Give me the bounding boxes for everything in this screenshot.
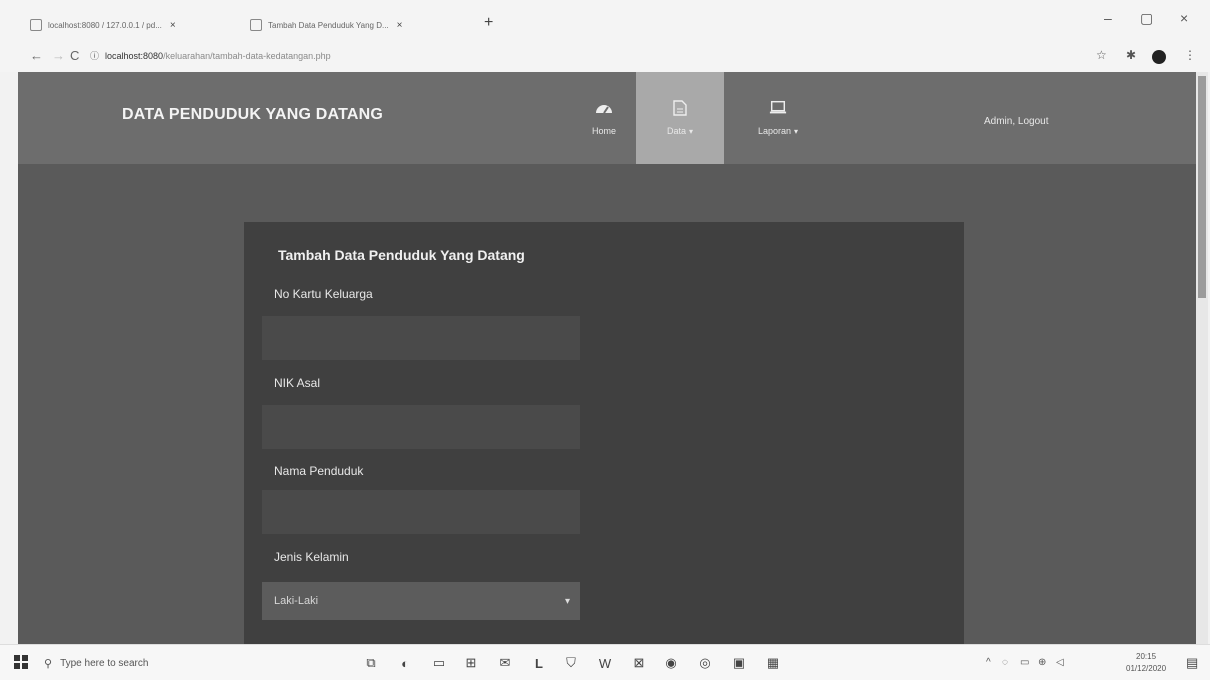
- close-window-button[interactable]: ×: [1180, 10, 1188, 26]
- photos-icon[interactable]: ▣: [730, 654, 748, 672]
- file-icon: [671, 100, 689, 116]
- media-player-icon[interactable]: ◎: [696, 654, 714, 672]
- chrome-icon[interactable]: ◉: [662, 654, 680, 672]
- app-navbar: DATA PENDUDUK YANG DATANG Home Data ▾ Lap…: [18, 72, 1198, 164]
- browser-menu-icon[interactable]: ⋮: [1184, 48, 1196, 62]
- label-nik-asal: NIK Asal: [274, 376, 321, 390]
- windows-taskbar: ⚲ Type here to search ⧉ ◐ ▭ ⊞ ✉ L ⛉ W ⊠ …: [0, 644, 1210, 680]
- nav-label: Laporan: [757, 126, 791, 136]
- taskbar-search-box[interactable]: ⚲ Type here to search: [44, 651, 344, 675]
- edge-icon[interactable]: ◐: [396, 654, 414, 672]
- search-icon: ⚲: [44, 657, 53, 670]
- admin-logout-link[interactable]: Admin, Logout: [984, 116, 1049, 127]
- nav-label: Home: [591, 126, 616, 136]
- tab-title: localhost:8080 / 127.0.0.1 / pd...: [48, 20, 162, 30]
- tab-close-icon[interactable]: ×: [170, 20, 176, 31]
- letter-app-icon[interactable]: L: [530, 654, 548, 672]
- scrollbar-thumb[interactable]: [1198, 76, 1206, 298]
- label-jenis-kelamin: Jenis Kelamin: [274, 550, 349, 564]
- tray-volume-icon[interactable]: ◁: [1056, 657, 1064, 668]
- back-button[interactable]: ←: [30, 48, 43, 63]
- address-bar-row: ← → C ⓘ localhost:8080 /keluarahan/tamba…: [0, 42, 1210, 72]
- dashboard-icon: [595, 100, 613, 116]
- search-placeholder: Type here to search: [60, 657, 149, 669]
- tray-network-icon[interactable]: ⊕: [1038, 657, 1046, 668]
- tray-chevron-up-icon[interactable]: ^: [986, 657, 991, 668]
- store-icon[interactable]: ⊞: [462, 654, 480, 672]
- task-view-icon[interactable]: ⧉: [362, 654, 380, 672]
- profile-avatar[interactable]: [1152, 50, 1166, 64]
- url-path: /keluarahan/tambah-data-kedatangan.php: [163, 50, 331, 61]
- tray-battery-icon[interactable]: ▭: [1020, 657, 1029, 668]
- mail-icon[interactable]: ✉: [496, 654, 514, 672]
- chevron-down-icon: ▾: [564, 595, 570, 607]
- jenis-kelamin-select[interactable]: Laki-Laki ▾: [262, 582, 580, 620]
- browser-tab-phpmyadmin[interactable]: localhost:8080 / 127.0.0.1 / pd... ×: [30, 14, 240, 36]
- shield-app-icon[interactable]: ⛉: [562, 654, 580, 672]
- nik-asal-input[interactable]: [262, 405, 580, 449]
- reload-button[interactable]: C: [70, 48, 79, 63]
- url-host: localhost:8080: [105, 50, 164, 61]
- select-value: Laki-Laki: [274, 595, 319, 607]
- nav-item-data[interactable]: Data ▾: [636, 72, 724, 164]
- tray-sync-icon[interactable]: ◌: [1002, 657, 1008, 668]
- file-explorer-icon[interactable]: ▭: [430, 654, 448, 672]
- excel-icon[interactable]: ⊠: [630, 654, 648, 672]
- minimize-button[interactable]: –: [1104, 10, 1112, 26]
- start-button[interactable]: [14, 655, 28, 669]
- bookmark-star-icon[interactable]: ☆: [1096, 48, 1107, 62]
- browser-tab-current[interactable]: Tambah Data Penduduk Yang D... ×: [250, 14, 465, 36]
- forward-button[interactable]: →: [52, 48, 65, 63]
- clock-time: 20:15: [1136, 652, 1157, 661]
- restore-button[interactable]: ▢: [1140, 10, 1153, 27]
- extensions-icon[interactable]: ✱: [1126, 48, 1136, 62]
- no-kartu-keluarga-input[interactable]: [262, 316, 580, 360]
- nav-item-laporan[interactable]: Laporan ▾: [728, 72, 828, 164]
- nav-item-home[interactable]: Home: [560, 72, 648, 164]
- app-brand[interactable]: DATA PENDUDUK YANG DATANG: [122, 106, 383, 124]
- chevron-down-icon: ▾: [794, 127, 799, 136]
- taskbar-clock[interactable]: 20:15 01/12/2020: [1126, 651, 1166, 675]
- laptop-icon: [769, 100, 787, 116]
- notification-icon[interactable]: ▤: [1186, 655, 1198, 671]
- url-field[interactable]: ⓘ localhost:8080 /keluarahan/tambah-data…: [90, 49, 331, 62]
- label-no-kartu-keluarga: No Kartu Keluarga: [274, 287, 373, 301]
- nav-label: Data: [666, 126, 686, 136]
- word-icon[interactable]: W: [596, 654, 614, 672]
- app-icon[interactable]: ▦: [764, 654, 782, 672]
- tab-title: Tambah Data Penduduk Yang D...: [268, 20, 389, 30]
- site-info-icon[interactable]: ⓘ: [90, 49, 99, 62]
- tab-favicon-icon: [30, 19, 42, 31]
- form-title: Tambah Data Penduduk Yang Datang: [278, 247, 525, 263]
- new-tab-button[interactable]: +: [484, 14, 493, 32]
- browser-tab-bar: localhost:8080 / 127.0.0.1 / pd... × Tam…: [0, 0, 1210, 42]
- label-nama-penduduk: Nama Penduduk: [274, 464, 364, 478]
- tab-favicon-icon: [250, 19, 262, 31]
- tab-close-icon[interactable]: ×: [397, 20, 403, 31]
- chevron-down-icon: ▾: [689, 127, 694, 136]
- nama-penduduk-input[interactable]: [262, 490, 580, 534]
- clock-date: 01/12/2020: [1126, 664, 1167, 673]
